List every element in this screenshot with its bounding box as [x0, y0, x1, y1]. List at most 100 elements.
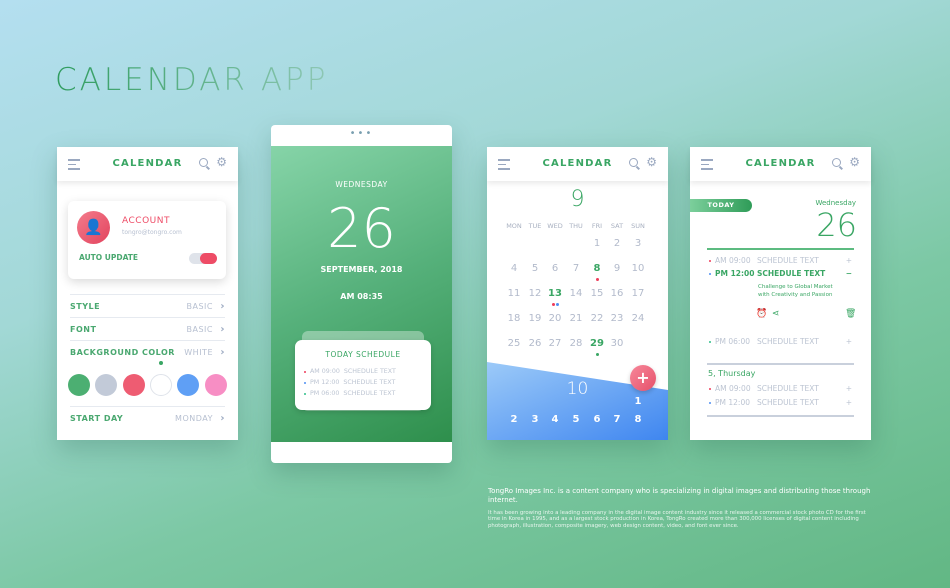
time: AM 08:35: [340, 292, 383, 301]
search-icon[interactable]: [199, 158, 208, 167]
share-icon[interactable]: ⋖: [772, 309, 780, 319]
setting-value: BASIC: [186, 325, 213, 334]
expand-toggle[interactable]: −: [846, 269, 852, 278]
search-icon[interactable]: [832, 158, 841, 167]
schedule-dot: [709, 388, 711, 390]
schedule-text[interactable]: SCHEDULE TEXT: [757, 256, 819, 265]
alarm-icon[interactable]: ⏰: [756, 309, 767, 319]
color-swatch[interactable]: [68, 374, 90, 396]
month-year: SEPTEMBER, 2018: [320, 265, 403, 274]
next-month-day[interactable]: 2: [504, 414, 524, 425]
next-month-day[interactable]: 7: [607, 414, 627, 425]
avatar: 👤: [77, 211, 110, 244]
settings-screen: CALENDAR ⚙ 👤 ACCOUNT tongro@tongro.com A…: [57, 147, 238, 440]
schedule-dot: [709, 341, 711, 343]
footer-headline: TongRo Images Inc. is a content company …: [488, 487, 871, 504]
gear-icon[interactable]: ⚙: [849, 156, 860, 168]
chevron-right-icon: ›: [220, 301, 225, 312]
schedule-text[interactable]: SCHEDULE TEXT: [757, 398, 819, 407]
next-month-day[interactable]: 8: [628, 414, 648, 425]
next-month-day[interactable]: 5: [566, 414, 586, 425]
setting-label: FONT: [70, 325, 97, 334]
chevron-right-icon: ›: [220, 413, 225, 424]
schedule-title: TODAY SCHEDULE: [325, 350, 401, 359]
chevron-right-icon: ›: [220, 324, 225, 335]
search-icon[interactable]: [629, 158, 638, 167]
schedule-text[interactable]: SCHEDULE TEXT: [757, 337, 819, 346]
schedule-dot: [304, 371, 306, 373]
schedule-item[interactable]: PM 12:00 SCHEDULE TEXT: [310, 379, 395, 386]
setting-start-day[interactable]: START DAY MONDAY ›: [70, 406, 225, 429]
footer-body: It has been growing into a leading compa…: [488, 509, 866, 530]
next-month-day[interactable]: 3: [525, 414, 545, 425]
account-email: tongro@tongro.com: [122, 229, 182, 236]
schedule-item[interactable]: PM 06:00: [715, 337, 750, 346]
lock-screen: ••• WEDNESDAY 26 SEPTEMBER, 2018 AM 08:3…: [271, 125, 452, 463]
next-month-day[interactable]: 6: [587, 414, 607, 425]
page-title: CALENDAR APP: [55, 62, 329, 98]
setting-value: BASIC: [186, 302, 213, 311]
schedule-dot: [709, 260, 711, 262]
color-swatch[interactable]: [122, 374, 145, 396]
gear-icon[interactable]: ⚙: [216, 156, 227, 168]
app-header: CALENDAR ⚙: [57, 147, 238, 181]
schedule-item[interactable]: PM 06:00 SCHEDULE TEXT: [310, 390, 395, 397]
add-event-button[interactable]: +: [630, 365, 656, 391]
trash-icon[interactable]: 🗑: [845, 309, 856, 319]
schedule-dot: [304, 393, 306, 395]
setting-font[interactable]: FONT BASIC ›: [70, 317, 225, 340]
color-swatch[interactable]: [149, 374, 172, 396]
color-swatch[interactable]: [95, 374, 118, 396]
gear-icon[interactable]: ⚙: [646, 156, 657, 168]
day-number: 26: [816, 206, 857, 244]
day-number: 26: [327, 197, 396, 260]
footer: TongRo Images Inc. is a content company …: [488, 487, 878, 530]
color-swatch[interactable]: [177, 374, 200, 396]
detail-text: Challenge to Global Market with Creativi…: [758, 284, 833, 299]
next-day-heading: 5, Thursday: [708, 369, 756, 378]
schedule-text[interactable]: SCHEDULE TEXT: [757, 384, 819, 393]
expand-toggle[interactable]: +: [846, 256, 852, 265]
schedule-item[interactable]: PM 12:00: [715, 269, 754, 278]
setting-style[interactable]: STYLE BASIC ›: [70, 294, 225, 317]
account-label: ACCOUNT: [122, 216, 170, 226]
next-month-day[interactable]: 4: [545, 414, 565, 425]
account-card[interactable]: 👤 ACCOUNT tongro@tongro.com AUTO UPDATE: [68, 201, 226, 279]
header-title: CALENDAR: [542, 158, 613, 169]
schedule-item[interactable]: AM 09:00: [715, 384, 751, 393]
expand-toggle[interactable]: +: [846, 384, 852, 393]
divider: [707, 415, 854, 417]
month-screen: CALENDAR ⚙ 9 MON TUE WED THU FRI SAT SUN 1 2 3 4 5 6…: [487, 147, 668, 440]
expand-toggle[interactable]: +: [846, 337, 852, 346]
next-month-day[interactable]: 1: [628, 396, 648, 407]
more-icon[interactable]: •••: [271, 128, 452, 139]
setting-label: START DAY: [70, 414, 124, 423]
weekday: WEDNESDAY: [335, 180, 388, 189]
app-header: CALENDAR ⚙: [487, 147, 668, 181]
app-header: CALENDAR ⚙: [690, 147, 871, 181]
setting-background-color[interactable]: BACKGROUND COLOR WHITE ›: [70, 340, 225, 363]
schedule-dot: [304, 382, 306, 384]
schedule-text[interactable]: SCHEDULE TEXT: [757, 269, 825, 278]
schedule-item[interactable]: PM 12:00: [715, 398, 750, 407]
schedule-item[interactable]: AM 09:00 SCHEDULE TEXT: [310, 368, 396, 375]
chevron-right-icon: ›: [220, 347, 225, 358]
setting-value: MONDAY: [175, 414, 213, 423]
header-title: CALENDAR: [112, 158, 183, 169]
divider: [707, 363, 854, 365]
header-title: CALENDAR: [745, 158, 816, 169]
schedule-item[interactable]: AM 09:00: [715, 256, 751, 265]
auto-update-toggle[interactable]: [189, 253, 217, 264]
today-button[interactable]: TODAY: [690, 199, 752, 212]
setting-value: WHITE: [184, 348, 213, 357]
setting-label: BACKGROUND COLOR: [70, 348, 175, 357]
today-schedule-card[interactable]: TODAY SCHEDULE AM 09:00 SCHEDULE TEXT PM …: [295, 340, 431, 410]
color-swatch[interactable]: [204, 374, 227, 396]
selected-swatch-indicator: [159, 361, 163, 365]
divider: [707, 248, 854, 250]
day-screen: CALENDAR ⚙ TODAY Wednesday 26 AM 09:00 SC…: [690, 147, 871, 440]
expand-toggle[interactable]: +: [846, 398, 852, 407]
auto-update-label: AUTO UPDATE: [79, 253, 139, 262]
schedule-dot: [709, 402, 711, 404]
setting-label: STYLE: [70, 302, 101, 311]
